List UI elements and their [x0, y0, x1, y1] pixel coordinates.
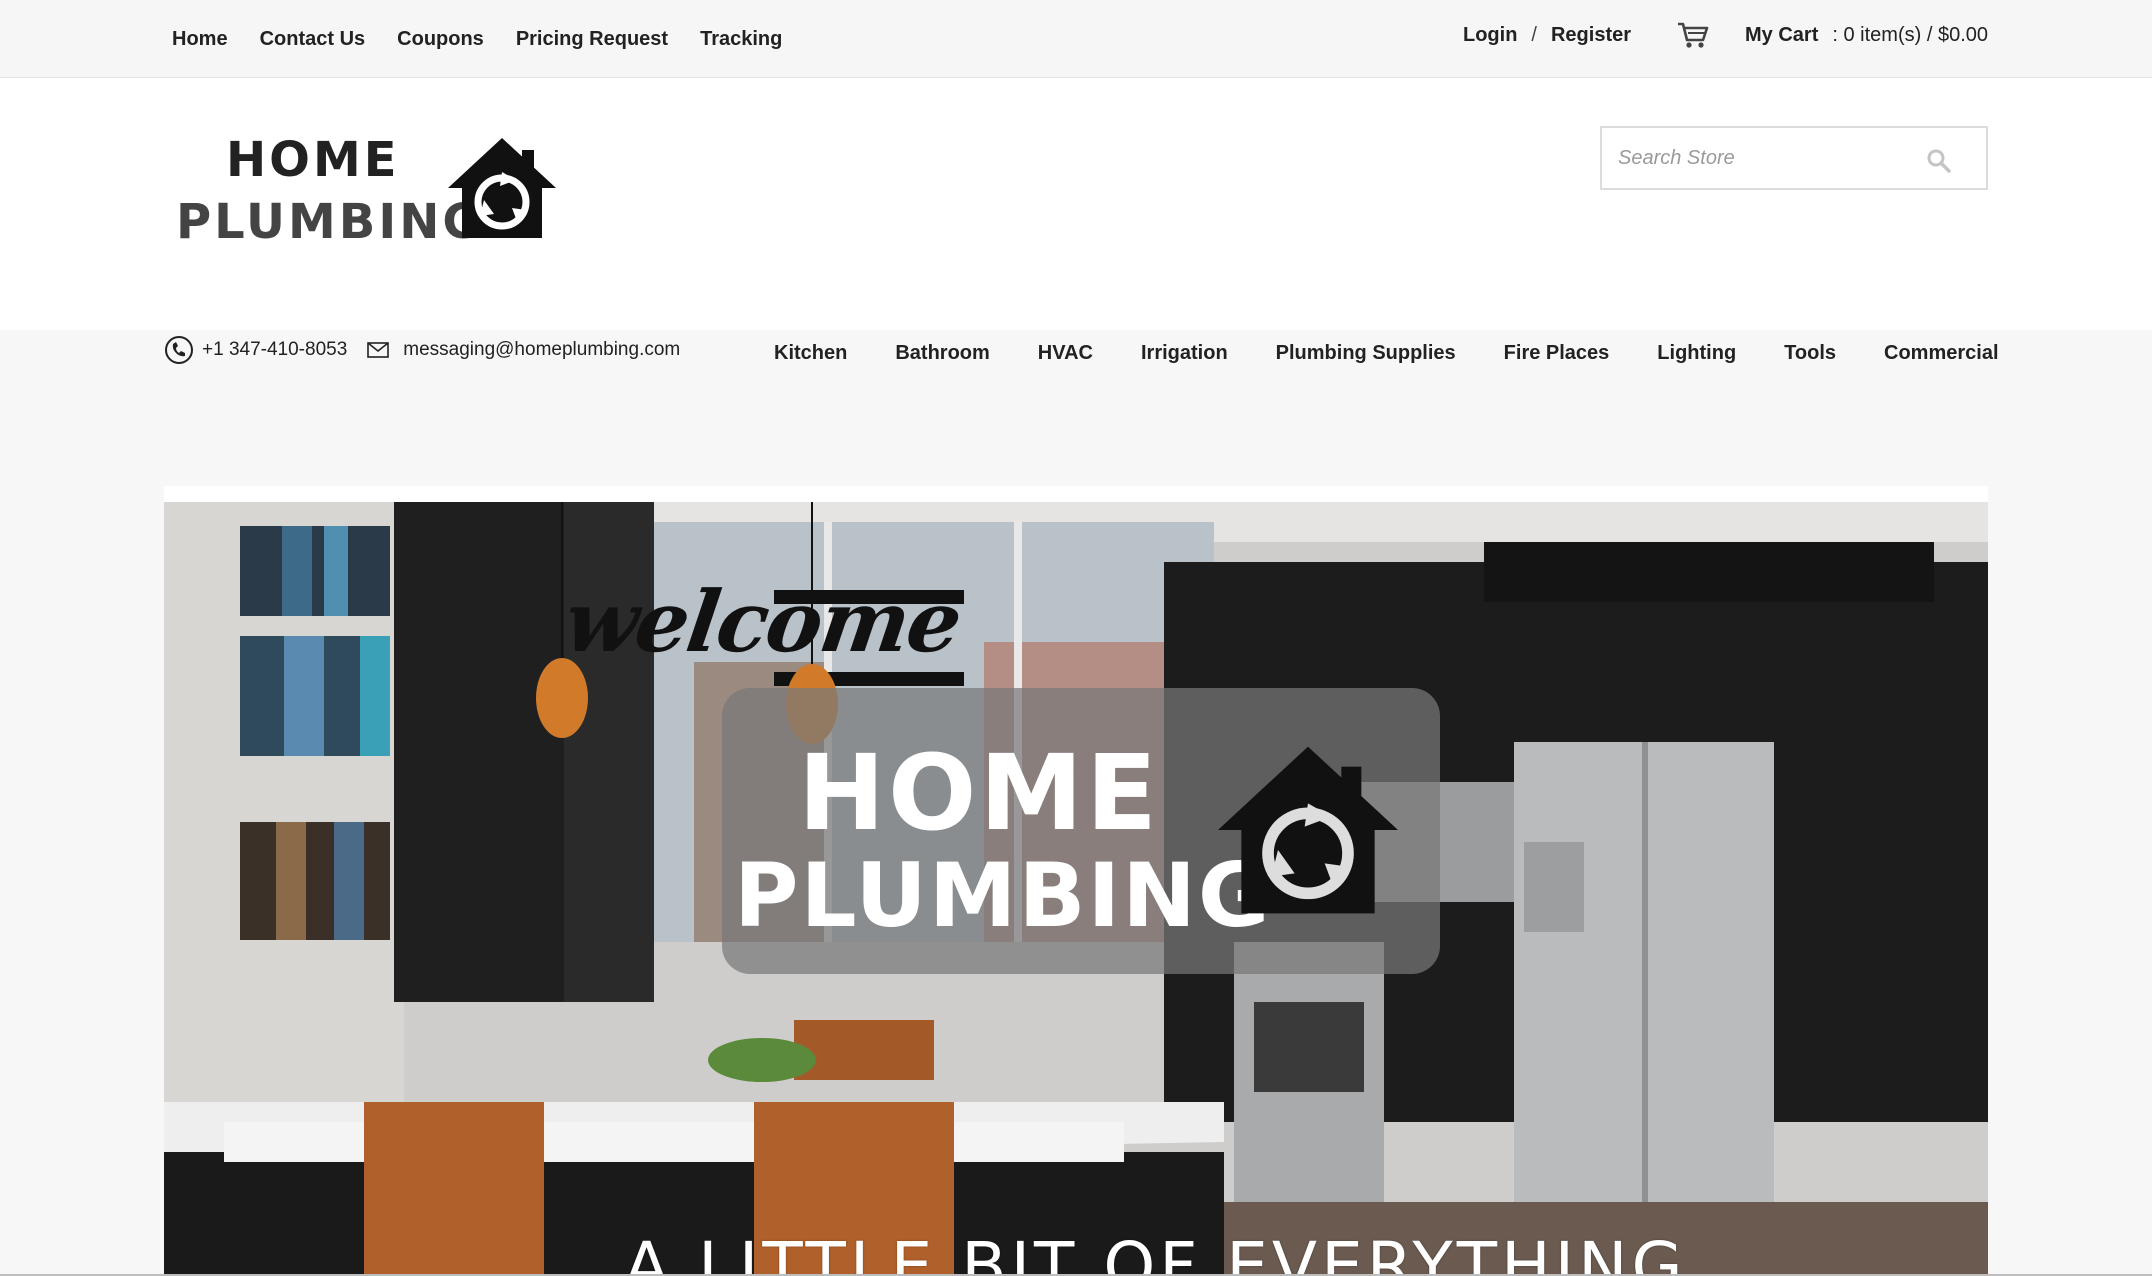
- category-hvac[interactable]: HVAC: [1038, 342, 1093, 365]
- category-kitchen[interactable]: Kitchen: [774, 342, 847, 365]
- top-utility-bar: Home Contact Us Coupons Pricing Request …: [0, 0, 2152, 78]
- top-nav-tracking[interactable]: Tracking: [700, 28, 782, 51]
- category-irrigation[interactable]: Irrigation: [1141, 342, 1228, 365]
- category-lighting[interactable]: Lighting: [1657, 342, 1736, 365]
- category-commercial[interactable]: Commercial: [1884, 342, 1999, 365]
- hero-house-icon: [1218, 746, 1398, 914]
- hero-frame: welcome HOME PLUMBING A LITTLE BIT OF EV…: [164, 486, 1988, 1276]
- account-area: Login / Register My Cart : 0 item(s) / $…: [1463, 0, 1988, 70]
- contact-email[interactable]: messaging@homeplumbing.com: [403, 339, 680, 361]
- category-bathroom[interactable]: Bathroom: [895, 342, 989, 365]
- site-logo[interactable]: HOME PLUMBING: [172, 128, 572, 268]
- category-plumbing-supplies[interactable]: Plumbing Supplies: [1276, 342, 1456, 365]
- category-fire-places[interactable]: Fire Places: [1504, 342, 1610, 365]
- contact-info: +1 347-410-8053 messaging@homeplumbing.c…: [164, 330, 680, 370]
- hero-banner[interactable]: welcome HOME PLUMBING A LITTLE BIT OF EV…: [164, 502, 1988, 1276]
- category-tools[interactable]: Tools: [1784, 342, 1836, 365]
- top-nav-coupons[interactable]: Coupons: [397, 28, 484, 51]
- hero-welcome-text: welcome: [559, 572, 967, 671]
- search-box: [1600, 126, 1988, 190]
- my-cart-link[interactable]: My Cart: [1745, 24, 1818, 47]
- login-register-separator: /: [1531, 23, 1537, 46]
- mail-icon: [367, 342, 390, 358]
- house-recycle-icon: [448, 138, 556, 238]
- logo-text-plumbing: PLUMBING: [176, 194, 485, 250]
- logo-text-home: HOME: [226, 132, 400, 188]
- contact-and-category-bar: +1 347-410-8053 messaging@homeplumbing.c…: [0, 330, 2152, 470]
- login-link[interactable]: Login: [1463, 24, 1517, 47]
- top-nav-contact-us[interactable]: Contact Us: [260, 28, 366, 51]
- site-header: HOME PLUMBING: [0, 78, 2152, 330]
- top-nav-home[interactable]: Home: [172, 28, 228, 51]
- hero-tagline: A LITTLE BIT OF EVERYTHING: [624, 1228, 1687, 1276]
- main-content: welcome HOME PLUMBING A LITTLE BIT OF EV…: [0, 470, 2152, 1276]
- hero-title-plumbing: PLUMBING: [734, 844, 1273, 947]
- register-link[interactable]: Register: [1551, 24, 1631, 47]
- cart-icon[interactable]: [1677, 21, 1709, 49]
- search-input[interactable]: [1602, 128, 1922, 188]
- phone-icon: [165, 336, 193, 364]
- top-nav-pricing-request[interactable]: Pricing Request: [516, 28, 668, 51]
- contact-phone[interactable]: +1 347-410-8053: [202, 339, 347, 361]
- hero-title-home: HOME: [798, 732, 1160, 854]
- top-nav: Home Contact Us Coupons Pricing Request …: [172, 0, 782, 78]
- search-icon[interactable]: [1926, 148, 1952, 174]
- cart-summary: : 0 item(s) / $0.00: [1832, 23, 1988, 46]
- category-nav: Kitchen Bathroom HVAC Irrigation Plumbin…: [774, 342, 1999, 365]
